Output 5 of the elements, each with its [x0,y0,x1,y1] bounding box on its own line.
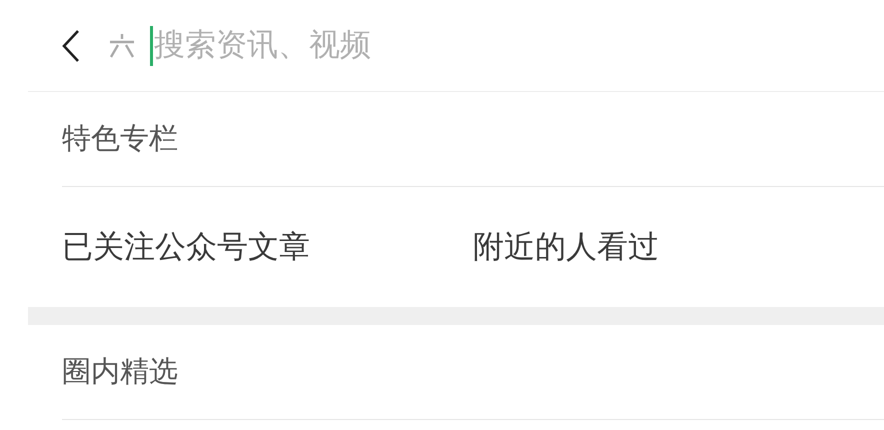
category-link[interactable]: 附近的人看过 [473,224,884,270]
section-title: 圈内精选 [62,353,178,390]
search-field[interactable]: 搜索资讯、视频 [154,22,554,69]
section-title: 特色专栏 [62,120,178,158]
category-link[interactable]: 已关注公众号文章 [62,224,473,270]
